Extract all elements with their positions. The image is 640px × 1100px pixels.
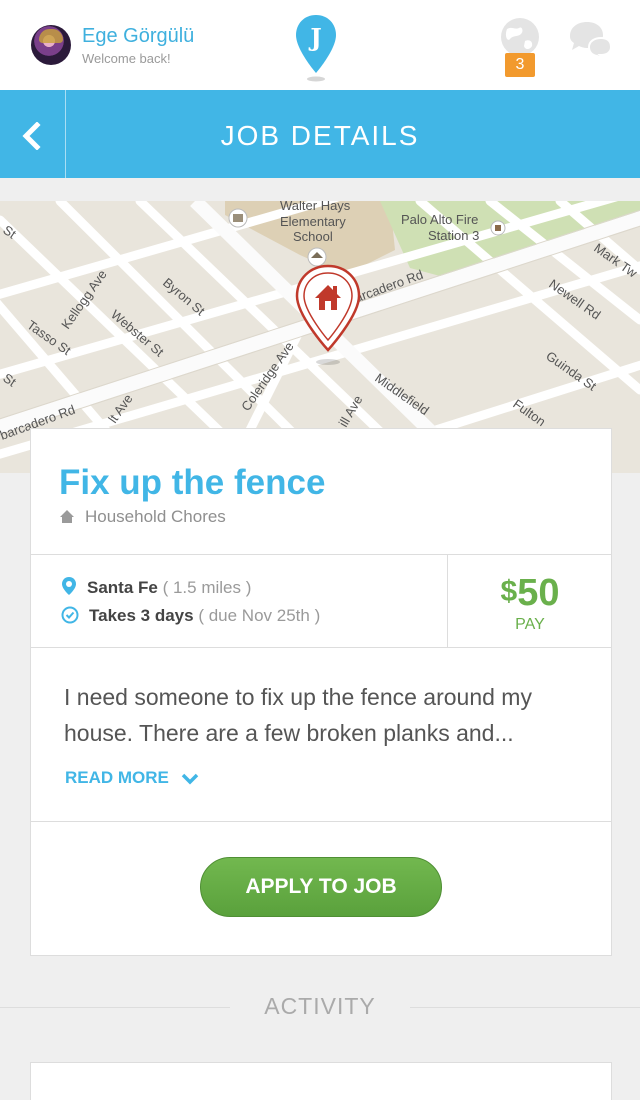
pay-label: PAY bbox=[515, 616, 545, 633]
activity-card bbox=[30, 1062, 612, 1100]
home-icon bbox=[60, 510, 74, 523]
job-description: I need someone to fix up the fence aroun… bbox=[64, 684, 532, 746]
map-label: Elementary bbox=[280, 214, 346, 229]
map-label: Station 3 bbox=[428, 228, 479, 243]
duration: Takes 3 days bbox=[89, 606, 194, 625]
pay-box: $50 PAY bbox=[447, 554, 611, 647]
avatar[interactable] bbox=[31, 25, 71, 65]
welcome-text: Welcome back! bbox=[82, 51, 171, 66]
divider bbox=[31, 647, 611, 648]
location-name: Santa Fe bbox=[87, 578, 158, 597]
logo-letter: J bbox=[308, 23, 321, 52]
app-logo-pin-icon[interactable]: J bbox=[294, 13, 338, 83]
read-more-link[interactable]: READ MORE bbox=[65, 768, 199, 788]
job-location-pin-icon[interactable] bbox=[295, 264, 361, 373]
duration-row: Takes 3 days ( due Nov 25th ) bbox=[61, 606, 320, 626]
location-row: Santa Fe ( 1.5 miles ) bbox=[61, 576, 251, 598]
map-label: Walter Hays bbox=[280, 201, 351, 213]
pay-amount: $50 bbox=[448, 572, 612, 615]
map-label: School bbox=[293, 229, 333, 244]
pay-currency: $ bbox=[500, 575, 518, 608]
page-header: JOB DETAILS bbox=[0, 90, 640, 178]
location-pin-icon bbox=[62, 577, 76, 595]
apply-to-job-button[interactable]: APPLY TO JOB bbox=[200, 857, 442, 917]
chevron-left-icon bbox=[22, 122, 41, 150]
job-meta: Santa Fe ( 1.5 miles ) Takes 3 days ( du… bbox=[31, 554, 447, 647]
job-details-card: Fix up the fence Household Chores Santa … bbox=[30, 428, 612, 956]
read-more-label: READ MORE bbox=[65, 768, 169, 787]
due-date: ( due Nov 25th ) bbox=[198, 606, 321, 625]
clock-check-icon bbox=[61, 606, 79, 624]
page-title: JOB DETAILS bbox=[220, 120, 420, 151]
pay-value: 50 bbox=[517, 572, 560, 614]
top-bar: Ege Görgülü Welcome back! J 3 bbox=[0, 0, 640, 90]
notification-count-badge: 3 bbox=[505, 53, 535, 77]
chat-button[interactable] bbox=[567, 19, 613, 63]
back-button[interactable] bbox=[0, 90, 66, 178]
user-name: Ege Görgülü bbox=[82, 25, 195, 47]
job-category: Household Chores bbox=[59, 507, 226, 527]
divider bbox=[31, 821, 611, 822]
activity-heading: ACTIVITY bbox=[264, 993, 376, 1019]
category-label: Household Chores bbox=[85, 507, 226, 526]
distance: ( 1.5 miles ) bbox=[162, 578, 252, 597]
chevron-down-icon bbox=[181, 773, 199, 785]
map-label: Palo Alto Fire bbox=[401, 212, 478, 227]
chat-bubbles-icon bbox=[570, 22, 613, 61]
job-title: Fix up the fence bbox=[59, 463, 326, 502]
globe-icon bbox=[501, 18, 539, 56]
